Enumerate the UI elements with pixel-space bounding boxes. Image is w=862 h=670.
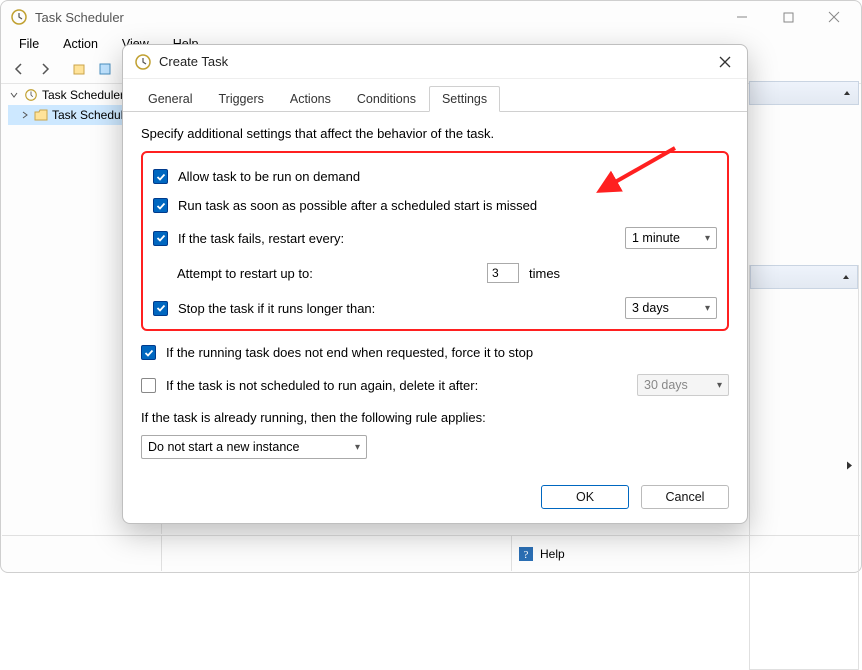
label-stop-longer: Stop the task if it runs longer than: xyxy=(178,301,615,316)
menu-action[interactable]: Action xyxy=(53,35,108,53)
status-bar: ? Help xyxy=(2,535,860,571)
tab-conditions[interactable]: Conditions xyxy=(344,86,429,112)
select-restart-every[interactable]: 1 minute ▾ xyxy=(625,227,717,249)
dialog-title-bar: Create Task xyxy=(123,45,747,79)
checkbox-restart-every[interactable] xyxy=(153,231,168,246)
label-force-stop: If the running task does not end when re… xyxy=(166,345,729,360)
checkbox-stop-longer[interactable] xyxy=(153,301,168,316)
chevron-up-icon xyxy=(842,88,852,98)
chevron-up-icon xyxy=(841,272,851,282)
tab-general[interactable]: General xyxy=(135,86,205,112)
select-rule[interactable]: Do not start a new instance ▾ xyxy=(141,435,367,459)
actions-header-1[interactable] xyxy=(749,81,859,105)
check-icon xyxy=(156,233,166,243)
ok-button[interactable]: OK xyxy=(541,485,629,509)
folder-icon xyxy=(34,108,48,122)
highlighted-region: Allow task to be run on demand Run task … xyxy=(141,151,729,331)
maximize-button[interactable] xyxy=(765,2,811,32)
toolbar-button-2[interactable] xyxy=(93,57,117,81)
help-icon: ? xyxy=(518,546,534,562)
dialog-tabs: General Triggers Actions Conditions Sett… xyxy=(123,79,747,112)
checkbox-run-asap[interactable] xyxy=(153,198,168,213)
label-attempt-restart: Attempt to restart up to: xyxy=(177,266,477,281)
select-rule-value: Do not start a new instance xyxy=(148,440,299,454)
select-delete-after-value: 30 days xyxy=(644,378,688,392)
help-label[interactable]: Help xyxy=(540,547,565,561)
close-icon xyxy=(719,56,731,68)
back-button[interactable] xyxy=(7,57,31,81)
label-allow-on-demand: Allow task to be run on demand xyxy=(178,169,717,184)
label-delete-after: If the task is not scheduled to run agai… xyxy=(166,378,627,393)
select-stop-longer-value: 3 days xyxy=(632,301,669,315)
window-title: Task Scheduler xyxy=(35,10,719,25)
check-icon xyxy=(156,303,166,313)
checkbox-delete-after[interactable] xyxy=(141,378,156,393)
clock-icon xyxy=(11,9,27,25)
check-icon xyxy=(156,172,166,182)
dialog-title: Create Task xyxy=(159,54,711,69)
chevron-down-icon: ▾ xyxy=(705,303,710,314)
tab-settings[interactable]: Settings xyxy=(429,86,500,112)
close-button[interactable] xyxy=(811,2,857,32)
chevron-down-icon xyxy=(8,89,20,101)
minimize-button[interactable] xyxy=(719,2,765,32)
cancel-button[interactable]: Cancel xyxy=(641,485,729,509)
chevron-right-icon xyxy=(20,110,30,120)
forward-button[interactable] xyxy=(33,57,57,81)
menu-file[interactable]: File xyxy=(9,35,49,53)
expand-arrow-icon[interactable] xyxy=(844,459,854,476)
checkbox-allow-on-demand[interactable] xyxy=(153,169,168,184)
checkbox-force-stop[interactable] xyxy=(141,345,156,360)
select-stop-longer[interactable]: 3 days ▾ xyxy=(625,297,717,319)
tab-triggers[interactable]: Triggers xyxy=(205,86,276,112)
label-run-asap: Run task as soon as possible after a sch… xyxy=(178,198,717,213)
check-icon xyxy=(156,201,166,211)
label-attempt-suffix: times xyxy=(529,266,560,281)
chevron-down-icon: ▾ xyxy=(355,442,360,453)
select-delete-after[interactable]: 30 days ▾ xyxy=(637,374,729,396)
actions-panel xyxy=(749,81,859,534)
label-restart-every: If the task fails, restart every: xyxy=(178,231,615,246)
input-attempt-count[interactable] xyxy=(487,263,519,283)
select-restart-every-value: 1 minute xyxy=(632,231,680,245)
chevron-down-icon: ▾ xyxy=(717,380,722,391)
toolbar-button-1[interactable] xyxy=(67,57,91,81)
label-rule: If the task is already running, then the… xyxy=(141,410,729,425)
dialog-footer: OK Cancel xyxy=(541,485,729,509)
chevron-down-icon: ▾ xyxy=(705,233,710,244)
clock-icon xyxy=(135,54,151,70)
actions-header-2[interactable] xyxy=(750,265,858,289)
actions-body xyxy=(749,265,859,670)
dialog-close-button[interactable] xyxy=(711,50,739,74)
title-bar: Task Scheduler xyxy=(1,1,861,33)
dialog-body: Specify additional settings that affect … xyxy=(123,112,747,469)
check-icon xyxy=(144,348,154,358)
clock-icon xyxy=(24,88,38,102)
create-task-dialog: Create Task General Triggers Actions Con… xyxy=(122,44,748,524)
svg-text:?: ? xyxy=(524,549,529,561)
tree-child-label: Task Schedule xyxy=(52,108,130,122)
tab-actions[interactable]: Actions xyxy=(277,86,344,112)
settings-description: Specify additional settings that affect … xyxy=(141,126,729,141)
